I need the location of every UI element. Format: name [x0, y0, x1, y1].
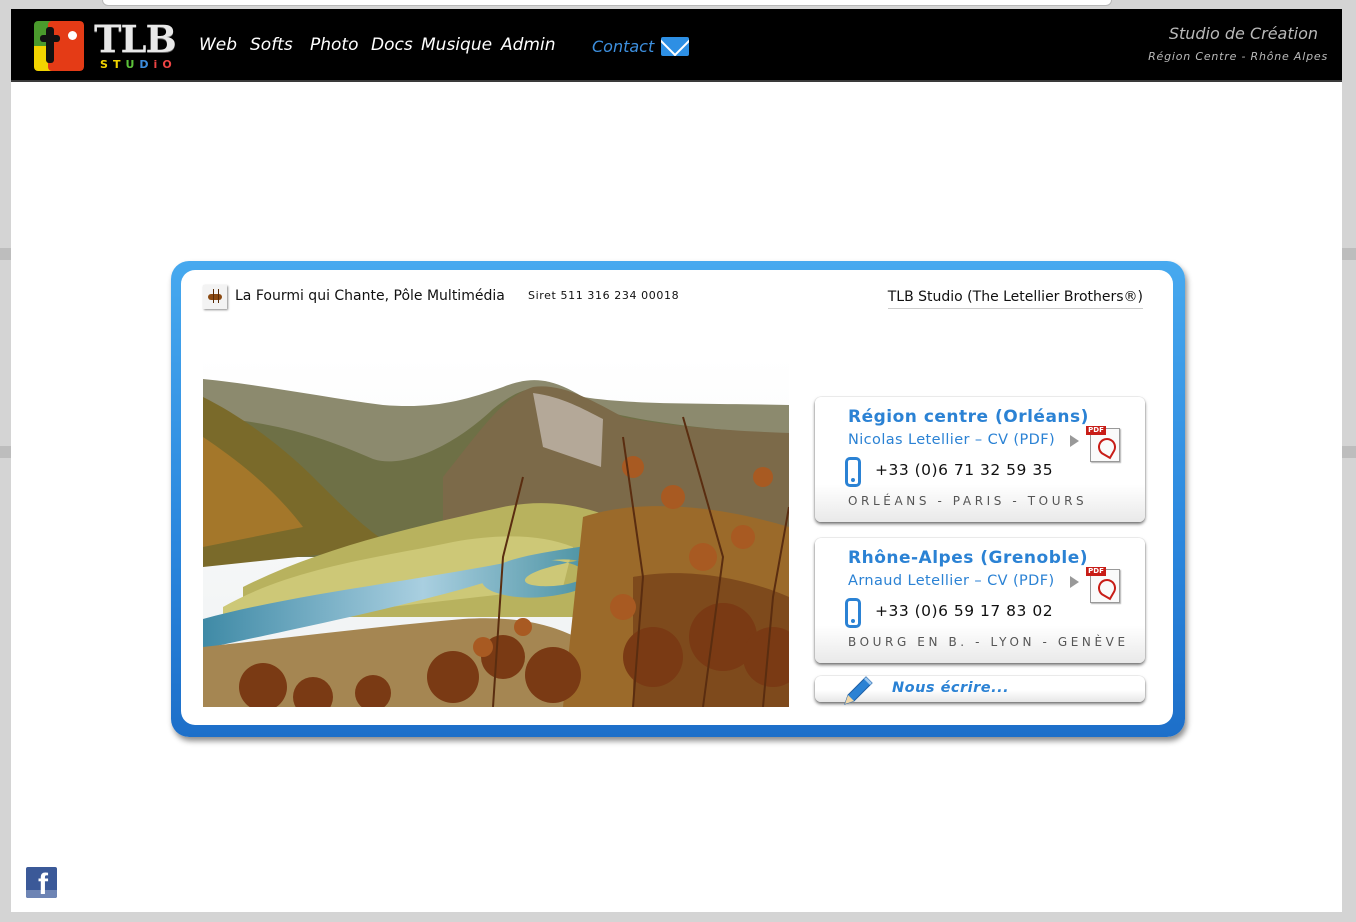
organization-name: La Fourmi qui Chante, Pôle Multimédia	[235, 288, 505, 304]
web-page: TLB STUDiO Web Softs Photo Docs Musique …	[11, 9, 1342, 912]
play-arrow-icon	[1070, 576, 1079, 588]
logo-subtitle: STUDiO	[100, 58, 177, 71]
landscape-photo-drawing	[203, 357, 789, 707]
cities-list: BOURG EN B. - LYON - GENÈVE	[848, 635, 1129, 649]
nav-item-docs[interactable]: Docs	[371, 35, 413, 55]
ant-icon	[203, 285, 227, 309]
mail-icon[interactable]	[661, 37, 689, 56]
phone-icon	[845, 457, 861, 487]
panel-title: Rhône-Alpes (Grenoble)	[848, 548, 1088, 568]
write-to-us-button[interactable]: Nous écrire...	[815, 676, 1145, 705]
nav-item-admin[interactable]: Admin	[501, 35, 555, 55]
nav-item-photo[interactable]: Photo	[310, 35, 359, 55]
pdf-icon[interactable]: PDF	[1086, 567, 1120, 603]
phone-number: +33 (0)6 71 32 59 35	[875, 461, 1054, 479]
write-to-us-label: Nous écrire...	[892, 680, 1010, 696]
siret-number: Siret 511 316 234 00018	[528, 289, 680, 302]
phone-icon	[845, 598, 861, 628]
tlb-studio-logo[interactable]: TLB STUDiO	[34, 17, 184, 71]
contact-panel-orleans: Région centre (Orléans) Nicolas Letellie…	[815, 397, 1145, 522]
contact-panel-grenoble: Rhône-Alpes (Grenoble) Arnaud Letellier …	[815, 538, 1145, 663]
nav-item-contact[interactable]: Contact	[592, 37, 654, 56]
tagline-region: Région Centre - Rhône Alpes	[1148, 50, 1328, 63]
nav-item-softs[interactable]: Softs	[250, 35, 293, 55]
cv-link[interactable]: Nicolas Letellier – CV (PDF)	[848, 432, 1055, 448]
play-arrow-icon	[1070, 435, 1079, 447]
brand-name: TLB Studio (The Letellier Brothers®)	[887, 289, 1143, 309]
panel-title: Région centre (Orléans)	[848, 407, 1089, 427]
nav-item-web[interactable]: Web	[199, 35, 237, 55]
background-band	[1342, 248, 1356, 260]
pdf-icon[interactable]: PDF	[1086, 426, 1120, 462]
phone-number: +33 (0)6 59 17 83 02	[875, 602, 1054, 620]
cities-list: ORLÉANS - PARIS - TOURS	[848, 494, 1088, 508]
top-navigation-bar: TLB STUDiO Web Softs Photo Docs Musique …	[11, 9, 1342, 82]
logo-title: TLB	[94, 17, 177, 61]
pencil-icon	[844, 676, 873, 705]
tagline-title: Studio de Création	[1168, 24, 1318, 43]
nav-item-musique[interactable]: Musique	[421, 35, 492, 55]
main-card-frame: La Fourmi qui Chante, Pôle Multimédia Si…	[171, 261, 1185, 737]
landscape-photo	[203, 357, 789, 707]
main-card: La Fourmi qui Chante, Pôle Multimédia Si…	[181, 270, 1173, 725]
cv-link[interactable]: Arnaud Letellier – CV (PDF)	[848, 573, 1055, 589]
facebook-icon[interactable]: f	[26, 867, 57, 898]
browser-url-bar	[102, 0, 1112, 6]
logo-mark-icon	[34, 21, 84, 71]
background-band	[1342, 446, 1356, 458]
